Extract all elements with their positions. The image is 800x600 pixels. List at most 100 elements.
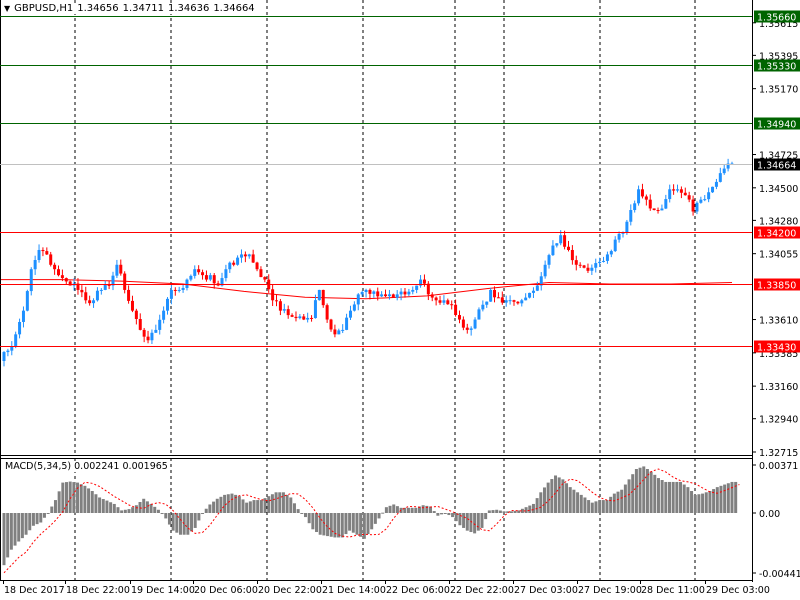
bull-candle <box>722 168 726 174</box>
bull-candle <box>189 275 193 280</box>
bull-candle <box>602 260 606 262</box>
bear-candle <box>84 292 88 301</box>
macd-histogram-bar <box>432 511 436 513</box>
low-price: 1.34636 <box>167 3 210 14</box>
macd-histogram-bar <box>105 500 109 513</box>
macd-histogram-bar <box>65 482 69 513</box>
bear-candle <box>652 208 656 211</box>
macd-histogram-bar <box>384 507 388 513</box>
macd-histogram-bar <box>348 513 352 531</box>
macd-histogram-bar <box>252 500 256 513</box>
macd-histogram-bar <box>344 513 348 535</box>
macd-histogram-bar <box>704 492 708 513</box>
bear-candle <box>512 300 516 302</box>
bull-candle <box>714 181 718 187</box>
price-tick-label: 1.35170 <box>759 85 798 96</box>
bull-candle <box>399 291 403 295</box>
macd-histogram-bar <box>98 497 102 513</box>
macd-histogram-bar <box>167 513 171 525</box>
bear-candle <box>278 301 282 311</box>
bull-candle <box>33 260 37 270</box>
macd-tick-label: 0.00 <box>759 509 780 520</box>
bull-candle <box>18 321 22 335</box>
chart-header: ▼ GBPUSD,H1 1.34656 1.34711 1.34636 1.34… <box>4 3 257 14</box>
macd-histogram-bar <box>134 505 138 513</box>
bull-candle <box>625 221 629 233</box>
bull-candle <box>547 255 551 265</box>
macd-histogram-bar <box>623 484 627 513</box>
macd-histogram-bar <box>594 501 598 513</box>
macd-histogram-bar <box>311 513 315 530</box>
chart-canvas[interactable]: 1.356151.353951.351701.347251.345001.342… <box>0 0 800 600</box>
macd-histogram-bar <box>112 503 116 513</box>
macd-histogram-bar <box>182 513 186 535</box>
macd-histogram-bar <box>326 513 330 537</box>
dropdown-triangle-icon[interactable]: ▼ <box>4 4 10 13</box>
macd-histogram-bar <box>267 496 271 513</box>
bear-candle <box>516 301 520 304</box>
macd-histogram-bar <box>535 498 539 513</box>
macd-histogram-bar <box>660 480 664 513</box>
macd-histogram-bar <box>145 501 149 513</box>
bear-candle <box>457 315 461 320</box>
bull-candle <box>520 300 524 304</box>
macd-histogram-bar <box>245 502 249 513</box>
time-tick-label: 18 Dec 2017 <box>4 585 65 596</box>
macd-histogram-bar <box>487 510 491 513</box>
macd-histogram-bar <box>381 512 385 514</box>
bear-candle <box>243 254 247 257</box>
bull-candle <box>150 332 154 341</box>
bear-candle <box>88 300 92 304</box>
macd-histogram-bar <box>587 500 591 513</box>
bull-candle <box>348 310 352 318</box>
bull-candle <box>411 289 415 292</box>
time-tick-label: 18 Dec 22:00 <box>66 585 130 596</box>
macd-histogram-bar <box>76 482 80 513</box>
bull-candle <box>407 291 411 295</box>
bull-candle <box>193 269 197 276</box>
bull-candle <box>345 317 349 330</box>
bear-candle <box>212 275 216 284</box>
macd-histogram-bar <box>542 487 546 513</box>
macd-histogram-bar <box>723 484 727 513</box>
bear-candle <box>450 304 454 306</box>
macd-histogram-bar <box>90 491 94 513</box>
macd-histogram-bar <box>675 481 679 513</box>
bull-candle <box>306 317 310 320</box>
macd-histogram-bar <box>609 496 613 513</box>
price-tick-label: 1.33610 <box>759 316 798 327</box>
level-label: 1.35660 <box>757 13 796 24</box>
bull-candle <box>590 267 594 271</box>
macd-histogram-bar <box>337 513 341 538</box>
bear-candle <box>255 262 259 270</box>
bull-candle <box>236 257 240 265</box>
time-tick-label: 28 Dec 11:00 <box>641 585 705 596</box>
time-tick-label: 22 Dec 06:00 <box>386 585 450 596</box>
bull-candle <box>481 304 485 310</box>
bull-candle <box>29 269 33 292</box>
bear-candle <box>582 265 586 268</box>
macd-histogram-bar <box>421 505 425 513</box>
macd-histogram-bar <box>627 479 631 513</box>
macd-histogram-bar <box>300 513 304 514</box>
macd-histogram-bar <box>495 509 499 513</box>
macd-histogram-bar <box>612 493 616 513</box>
macd-histogram-bar <box>53 500 57 513</box>
macd-title: MACD(5,34,5) <box>5 461 72 472</box>
macd-histogram-bar <box>87 488 91 513</box>
bull-candle <box>169 289 173 299</box>
level-label: 1.33850 <box>757 281 796 292</box>
bear-candle <box>333 329 337 335</box>
bull-candle <box>6 350 10 353</box>
bear-candle <box>648 199 652 209</box>
macd-histogram-bar <box>153 506 157 513</box>
bull-candle <box>337 330 341 335</box>
macd-histogram-bar <box>498 510 502 513</box>
bear-candle <box>53 264 57 270</box>
macd-histogram-bar <box>315 513 319 533</box>
macd-histogram-bar <box>715 487 719 513</box>
price-tick-label: 1.34500 <box>759 184 798 195</box>
bear-candle <box>49 254 53 265</box>
bear-candle <box>251 254 255 263</box>
bear-candle <box>321 289 325 306</box>
